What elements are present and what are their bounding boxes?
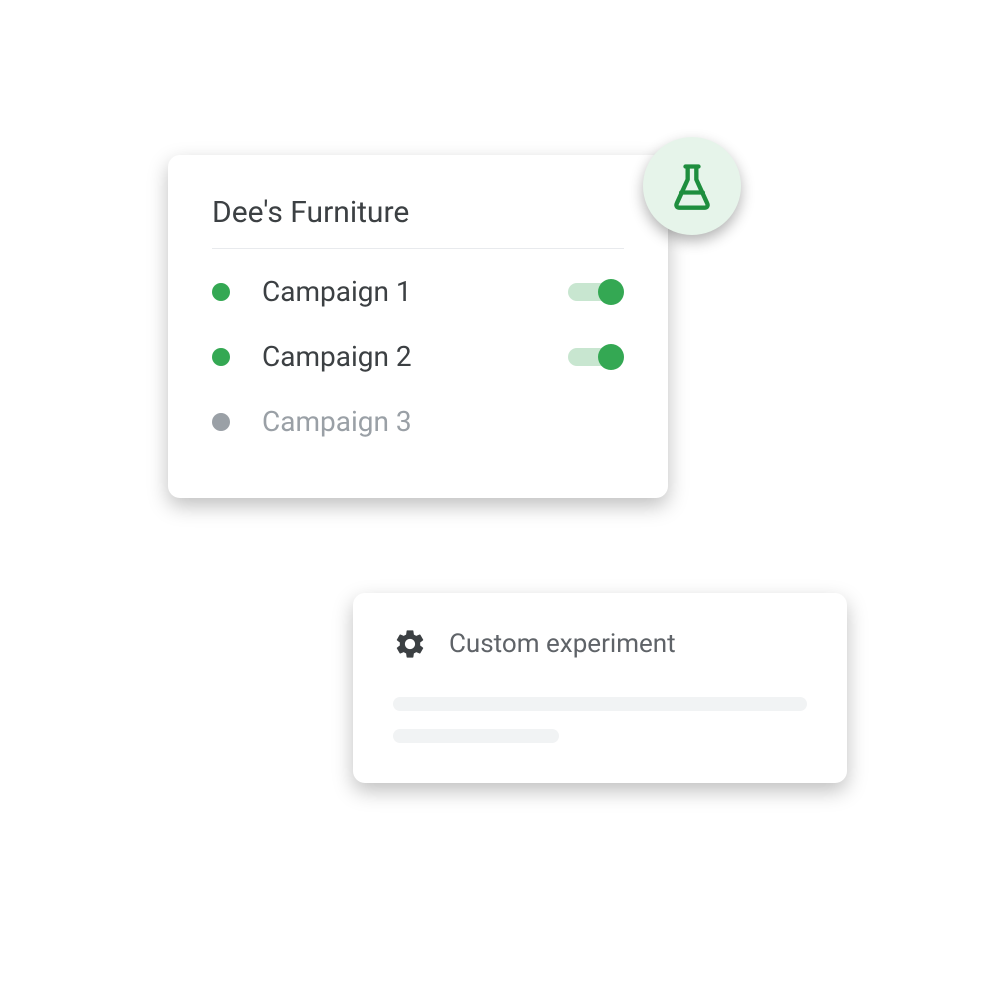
status-dot-active-icon [212,283,230,301]
experiment-header: Custom experiment [393,627,807,661]
campaign-card: Dee's Furniture Campaign 1 Campaign 2 Ca… [168,155,668,498]
placeholder-line [393,729,559,743]
experiment-badge[interactable] [643,137,741,235]
campaign-toggle[interactable] [568,277,624,307]
status-dot-active-icon [212,348,230,366]
gear-icon [393,627,427,661]
campaign-row[interactable]: Campaign 1 [212,259,624,324]
flask-icon [666,160,718,212]
account-title: Dee's Furniture [212,195,624,249]
campaign-label: Campaign 1 [262,275,568,308]
placeholder-line [393,697,807,711]
campaign-toggle[interactable] [568,342,624,372]
campaign-row[interactable]: Campaign 2 [212,324,624,389]
campaign-label: Campaign 2 [262,340,568,373]
campaign-row[interactable]: Campaign 3 [212,389,624,454]
experiment-title: Custom experiment [449,629,676,659]
status-dot-inactive-icon [212,413,230,431]
toggle-thumb [598,344,624,370]
experiment-card[interactable]: Custom experiment [353,593,847,783]
toggle-thumb [598,279,624,305]
campaign-label: Campaign 3 [262,405,624,438]
